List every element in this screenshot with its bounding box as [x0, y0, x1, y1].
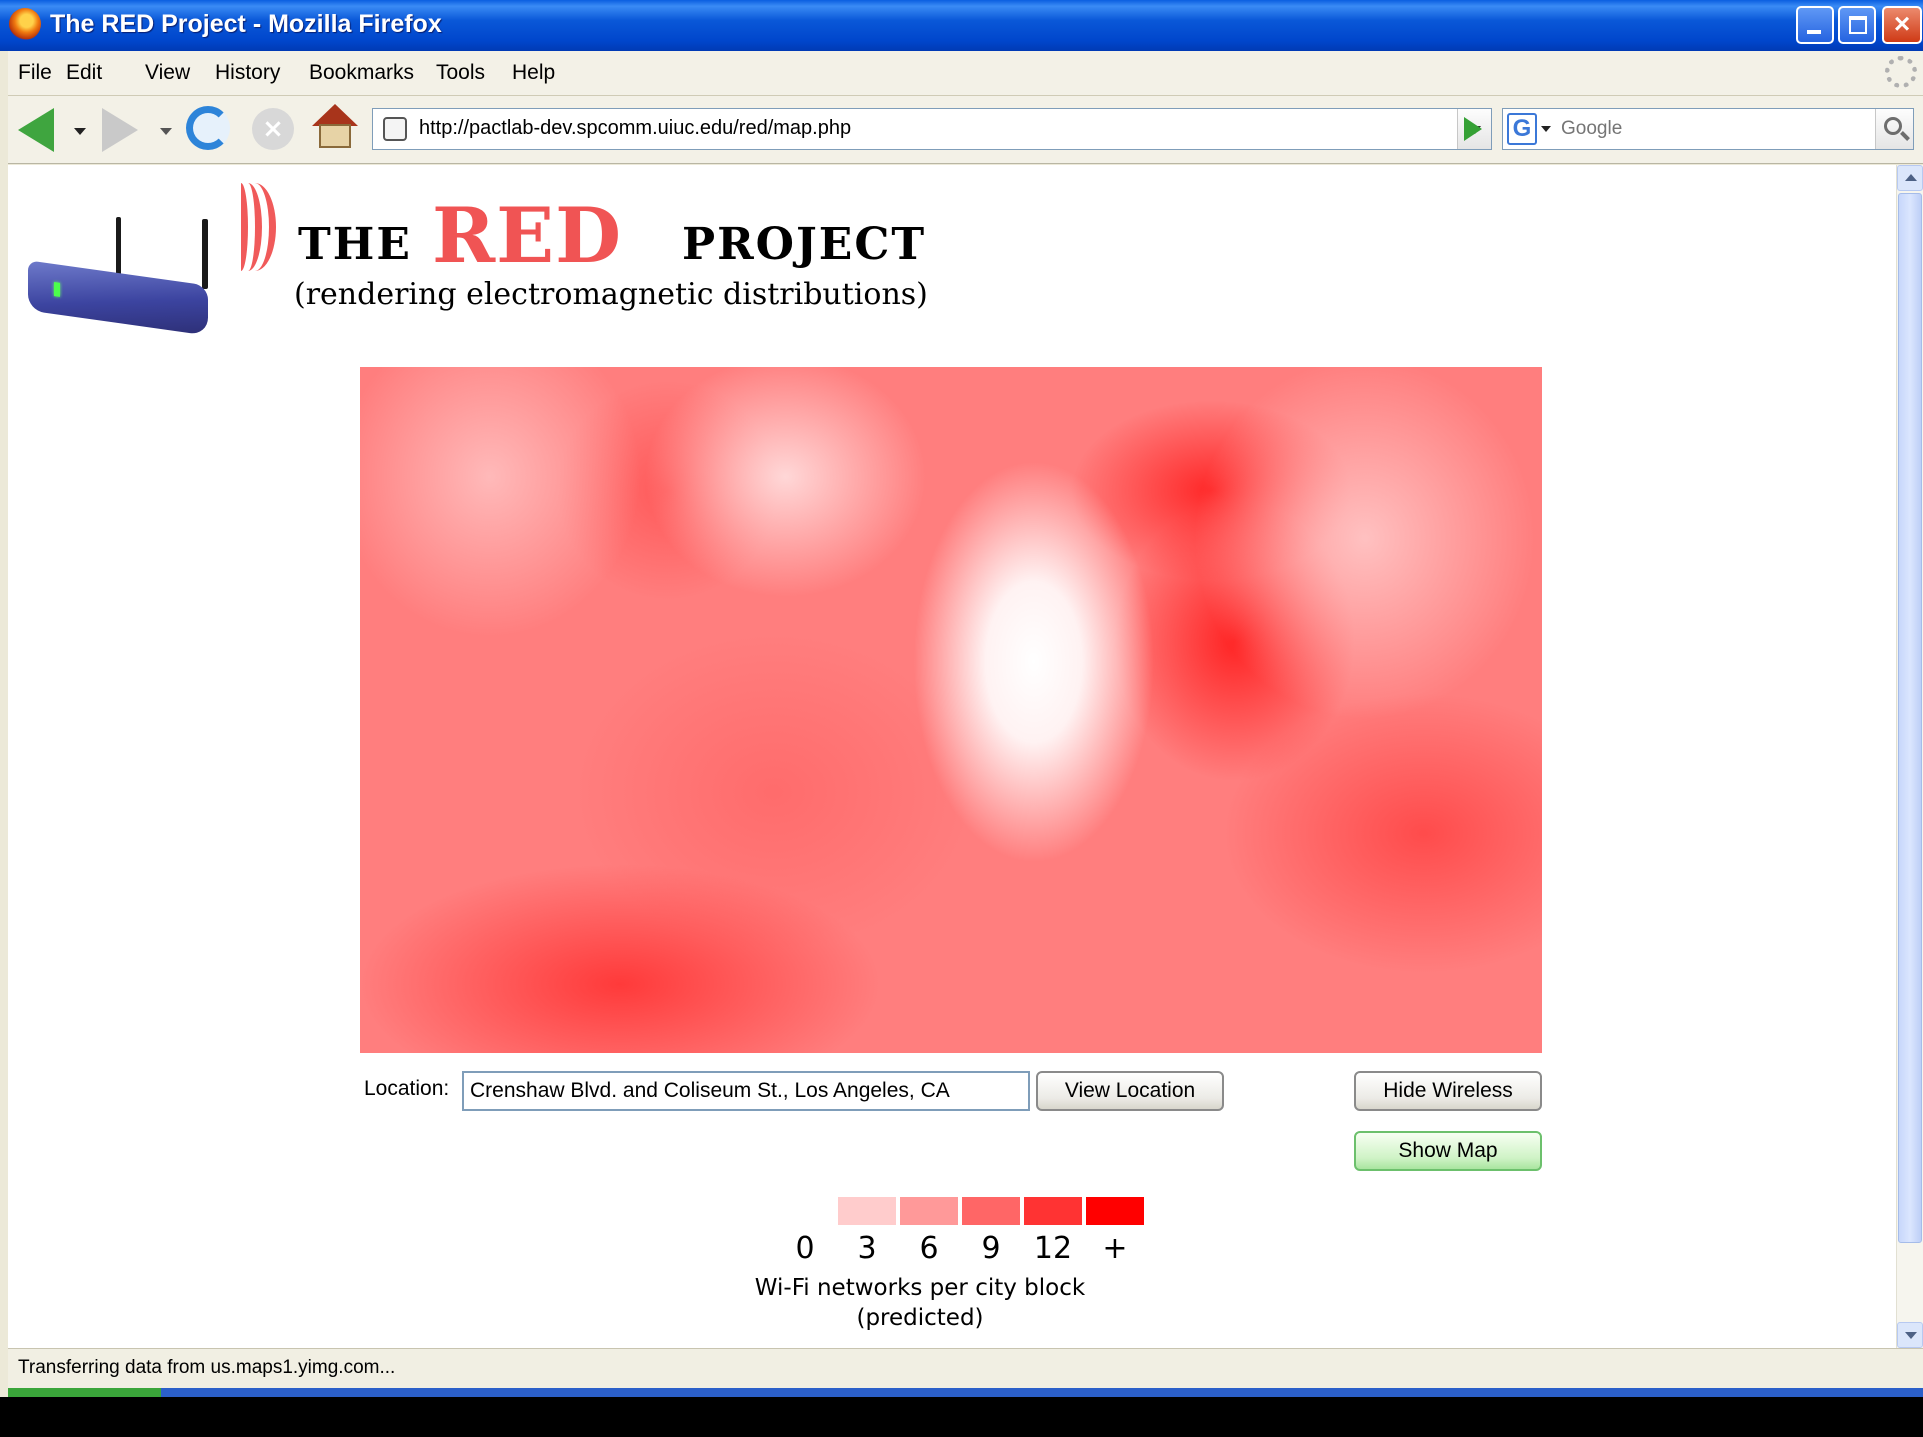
window-title: The RED Project - Mozilla Firefox [50, 10, 442, 38]
legend-swatch [1024, 1197, 1082, 1225]
close-icon: × [1893, 8, 1911, 39]
search-button[interactable] [1875, 109, 1913, 149]
restore-button[interactable] [1838, 6, 1876, 44]
firefox-icon [9, 8, 41, 40]
legend-tick: 6 [919, 1231, 939, 1266]
menu-edit[interactable]: Edit [66, 61, 102, 85]
taskbar-strip [8, 1388, 1923, 1397]
legend-caption: Wi-Fi networks per city block (predicted… [730, 1273, 1110, 1333]
menu-tools[interactable]: Tools [436, 61, 485, 85]
chevron-down-icon [1905, 1332, 1917, 1339]
legend-swatch [962, 1197, 1020, 1225]
browser-window: The RED Project - Mozilla Firefox × File… [0, 0, 1923, 1397]
address-text[interactable]: http://pactlab-dev.spcomm.uiuc.edu/red/m… [419, 117, 851, 140]
chevron-down-icon [1541, 126, 1551, 132]
minimize-button[interactable] [1796, 6, 1834, 44]
reload-icon[interactable] [186, 106, 230, 150]
show-map-button[interactable]: Show Map [1354, 1131, 1542, 1171]
stop-icon[interactable]: × [252, 108, 294, 150]
menu-file[interactable]: File [18, 61, 52, 85]
legend-swatch [900, 1197, 958, 1225]
navigation-toolbar: × http://pactlab-dev.spcomm.uiuc.edu/red… [8, 96, 1923, 164]
view-location-button[interactable]: View Location [1036, 1071, 1224, 1111]
back-arrow-icon[interactable] [18, 108, 54, 152]
vertical-scrollbar[interactable] [1896, 165, 1923, 1348]
search-input[interactable] [1561, 109, 1867, 149]
legend-tick: 0 [795, 1231, 815, 1266]
hide-wireless-button[interactable]: Hide Wireless [1354, 1071, 1542, 1111]
minimize-icon [1807, 30, 1821, 34]
legend-swatch [1086, 1197, 1144, 1225]
menu-bar: File Edit View History Bookmarks Tools H… [8, 51, 1923, 96]
search-engine-selector[interactable]: G [1507, 113, 1551, 145]
legend-tick: 3 [857, 1231, 877, 1266]
status-bar: Transferring data from us.maps1.yimg.com… [8, 1348, 1923, 1388]
google-icon: G [1507, 113, 1537, 145]
scrollbar-thumb[interactable] [1898, 193, 1922, 1243]
menu-history[interactable]: History [215, 61, 280, 85]
back-history-dropdown[interactable] [74, 128, 86, 135]
go-button[interactable] [1452, 108, 1492, 150]
site-logo: THE RED PROJECT (rendering electromagnet… [294, 181, 988, 312]
home-icon[interactable] [312, 104, 358, 150]
legend-caption-line2: (predicted) [856, 1305, 984, 1331]
forward-history-dropdown[interactable] [160, 128, 172, 135]
search-bar: G [1502, 108, 1914, 150]
chevron-up-icon [1905, 174, 1917, 181]
legend-tick: + [1102, 1231, 1128, 1266]
legend-tick: 9 [981, 1231, 1001, 1266]
throbber-icon [1885, 56, 1917, 88]
logo-tagline: (rendering electromagnetic distributions… [294, 277, 928, 312]
menu-help[interactable]: Help [512, 61, 555, 85]
location-label: Location: [364, 1077, 450, 1100]
page-content: THE RED PROJECT (rendering electromagnet… [8, 165, 1896, 1348]
site-favicon-icon [383, 117, 407, 141]
legend-tick: 12 [1033, 1231, 1073, 1266]
status-text: Transferring data from us.maps1.yimg.com… [18, 1357, 396, 1378]
go-arrow-icon [1464, 117, 1482, 141]
forward-arrow-icon[interactable] [102, 108, 138, 152]
signal-waves-icon [234, 183, 280, 273]
scroll-down-button[interactable] [1897, 1322, 1923, 1348]
restore-icon [1849, 16, 1867, 34]
close-button[interactable]: × [1882, 6, 1922, 44]
scroll-up-button[interactable] [1897, 165, 1923, 191]
title-bar[interactable]: The RED Project - Mozilla Firefox × [0, 0, 1923, 51]
magnifier-icon [1884, 117, 1902, 135]
wifi-density-heatmap[interactable] [360, 367, 1542, 1053]
address-bar[interactable]: http://pactlab-dev.spcomm.uiuc.edu/red/m… [372, 108, 1492, 150]
location-input[interactable] [462, 1071, 1030, 1111]
density-legend: 0 3 6 9 12 + Wi-Fi networks per city blo… [755, 1197, 1150, 1337]
logo-the: THE [298, 219, 412, 270]
legend-swatch [838, 1197, 896, 1225]
menu-view[interactable]: View [145, 61, 190, 85]
legend-caption-line1: Wi-Fi networks per city block [754, 1275, 1086, 1301]
router-image [20, 165, 276, 355]
menu-bookmarks[interactable]: Bookmarks [309, 61, 414, 85]
logo-red: RED [432, 191, 622, 280]
logo-project: PROJECT [682, 219, 927, 270]
